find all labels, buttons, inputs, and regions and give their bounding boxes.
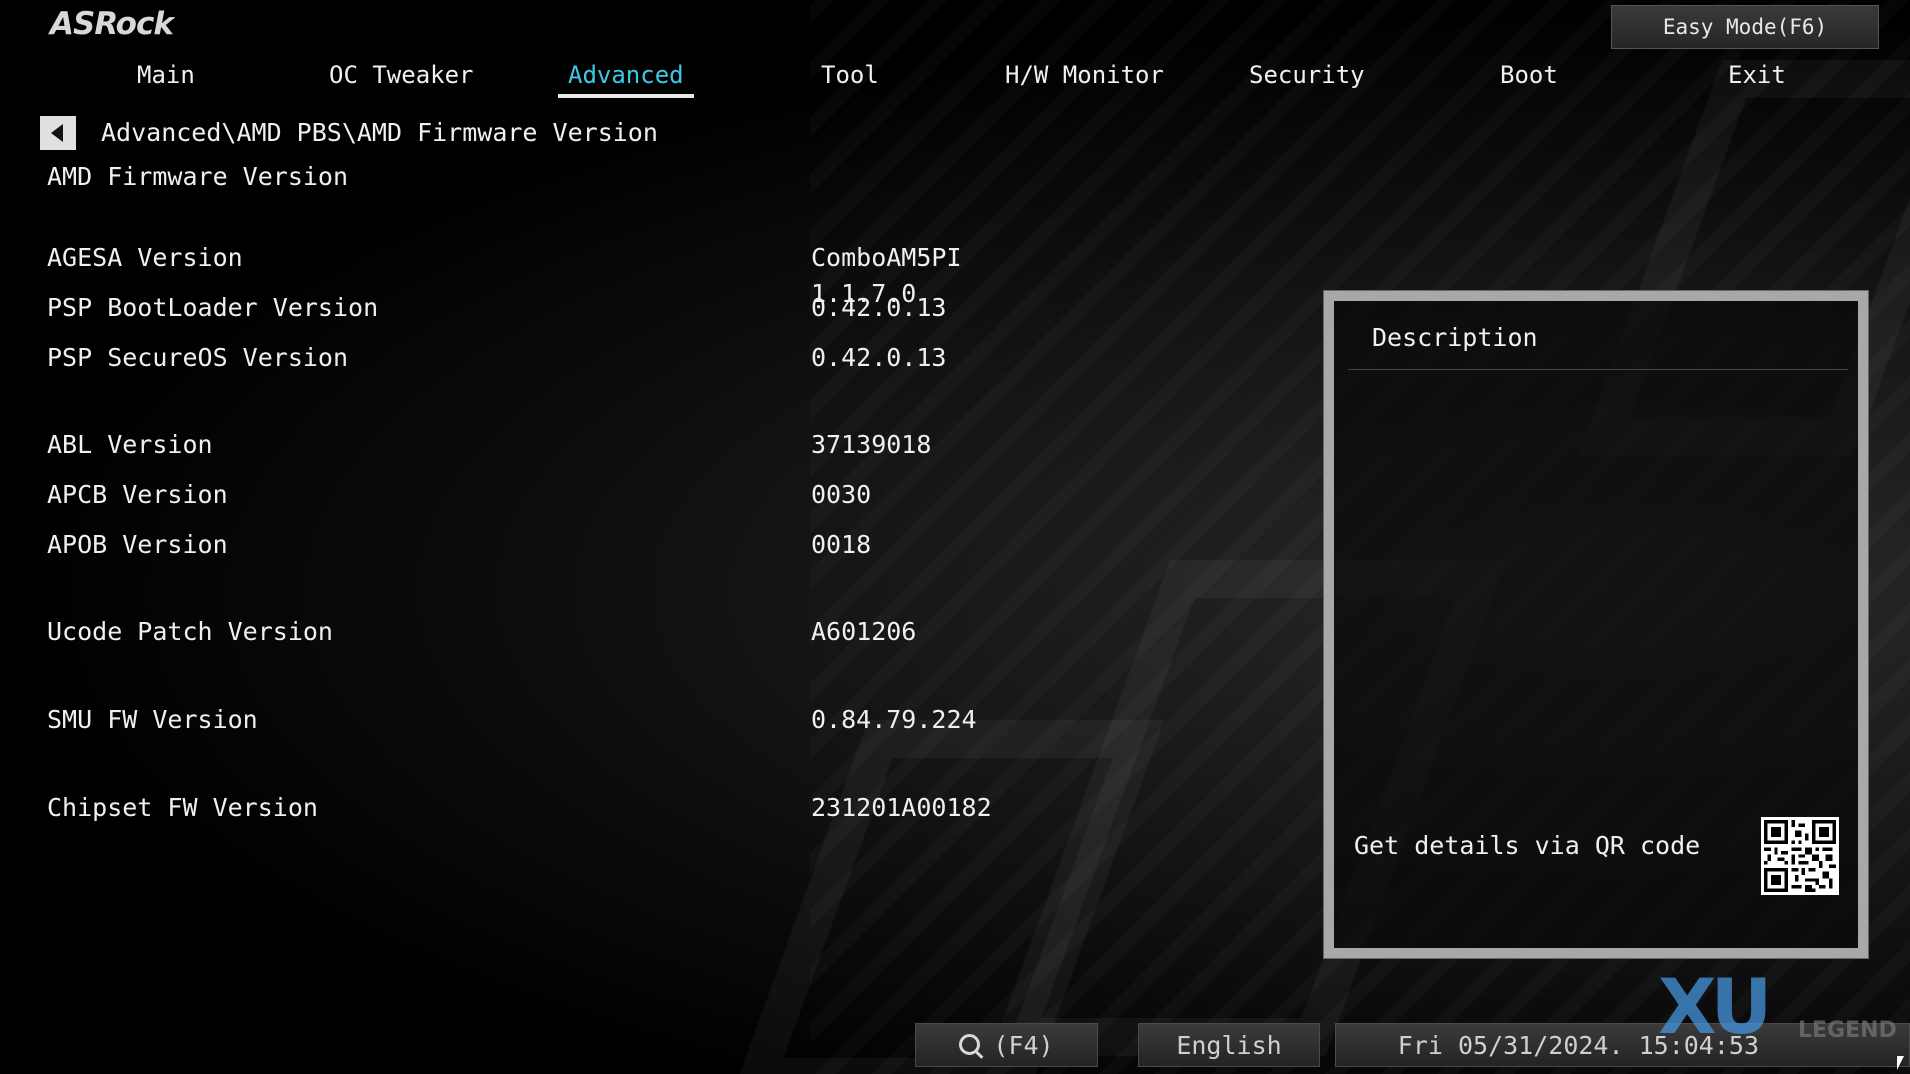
qr-code-icon[interactable] (1761, 817, 1839, 895)
row-value: 0.84.79.224 (811, 705, 977, 734)
row-label: PSP SecureOS Version (47, 343, 349, 372)
background-shape (731, 720, 1165, 1074)
chevron-left-icon (51, 124, 63, 142)
main-nav: Main OC Tweaker Advanced Tool H/W Monito… (0, 56, 1910, 98)
datetime-display: Fri 05/31/2024. 15:04:53 (1335, 1023, 1910, 1067)
tab-tool[interactable]: Tool (821, 56, 879, 94)
search-icon (959, 1034, 981, 1056)
row-label: Ucode Patch Version (47, 617, 333, 646)
info-row-abl: ABL Version 37139018 (47, 427, 1047, 463)
row-label: AGESA Version (47, 243, 243, 272)
row-label: PSP BootLoader Version (47, 293, 379, 322)
info-row-ucode: Ucode Patch Version A601206 (47, 614, 1047, 650)
row-value: 0.42.0.13 (811, 293, 947, 322)
row-value: 0018 (811, 530, 872, 559)
info-row-psp-bootloader: PSP BootLoader Version 0.42.0.13 (47, 290, 1047, 326)
page-title: AMD Firmware Version (47, 162, 349, 191)
qr-label: Get details via QR code (1354, 831, 1701, 860)
search-shortcut-label: (F4) (993, 1030, 1054, 1060)
description-title: Description (1372, 323, 1538, 352)
row-label: SMU FW Version (47, 705, 258, 734)
info-row-chipset-fw: Chipset FW Version 231201A00182 (47, 790, 1047, 826)
description-panel: Description Get details via QR code (1323, 290, 1869, 959)
info-row-smu-fw: SMU FW Version 0.84.79.224 (47, 702, 1047, 738)
bios-screen: ASRock Easy Mode(F6) Main OC Tweaker Adv… (0, 0, 1910, 1074)
tab-security[interactable]: Security (1249, 56, 1365, 94)
tab-oc-tweaker[interactable]: OC Tweaker (329, 56, 474, 94)
info-row-apcb: APCB Version 0030 (47, 477, 1047, 513)
info-row-agesa: AGESA Version ComboAM5PI 1.1.7.0 (47, 240, 1047, 308)
row-value: 0.42.0.13 (811, 343, 947, 372)
easy-mode-button[interactable]: Easy Mode(F6) (1611, 5, 1879, 49)
asrock-logo: ASRock (50, 6, 174, 42)
back-button[interactable] (40, 116, 76, 150)
tab-exit[interactable]: Exit (1728, 56, 1786, 94)
breadcrumb: Advanced\AMD PBS\AMD Firmware Version (101, 118, 658, 147)
mouse-cursor-icon (1897, 1056, 1904, 1070)
row-value: 37139018 (811, 430, 932, 459)
tab-boot[interactable]: Boot (1500, 56, 1558, 94)
row-label: ABL Version (47, 430, 213, 459)
description-divider (1348, 369, 1848, 370)
row-value: 0030 (811, 480, 872, 509)
tab-advanced[interactable]: Advanced (558, 56, 694, 98)
row-label: APCB Version (47, 480, 228, 509)
row-label: APOB Version (47, 530, 228, 559)
tab-main[interactable]: Main (137, 56, 195, 94)
row-label: Chipset FW Version (47, 793, 318, 822)
row-value: A601206 (811, 617, 917, 646)
info-row-apob: APOB Version 0018 (47, 527, 1047, 563)
info-row-psp-secureos: PSP SecureOS Version 0.42.0.13 (47, 340, 1047, 376)
search-button[interactable]: (F4) (915, 1023, 1098, 1067)
language-button[interactable]: English (1138, 1023, 1320, 1067)
tab-hw-monitor[interactable]: H/W Monitor (1005, 56, 1164, 94)
row-value: 231201A00182 (811, 793, 992, 822)
